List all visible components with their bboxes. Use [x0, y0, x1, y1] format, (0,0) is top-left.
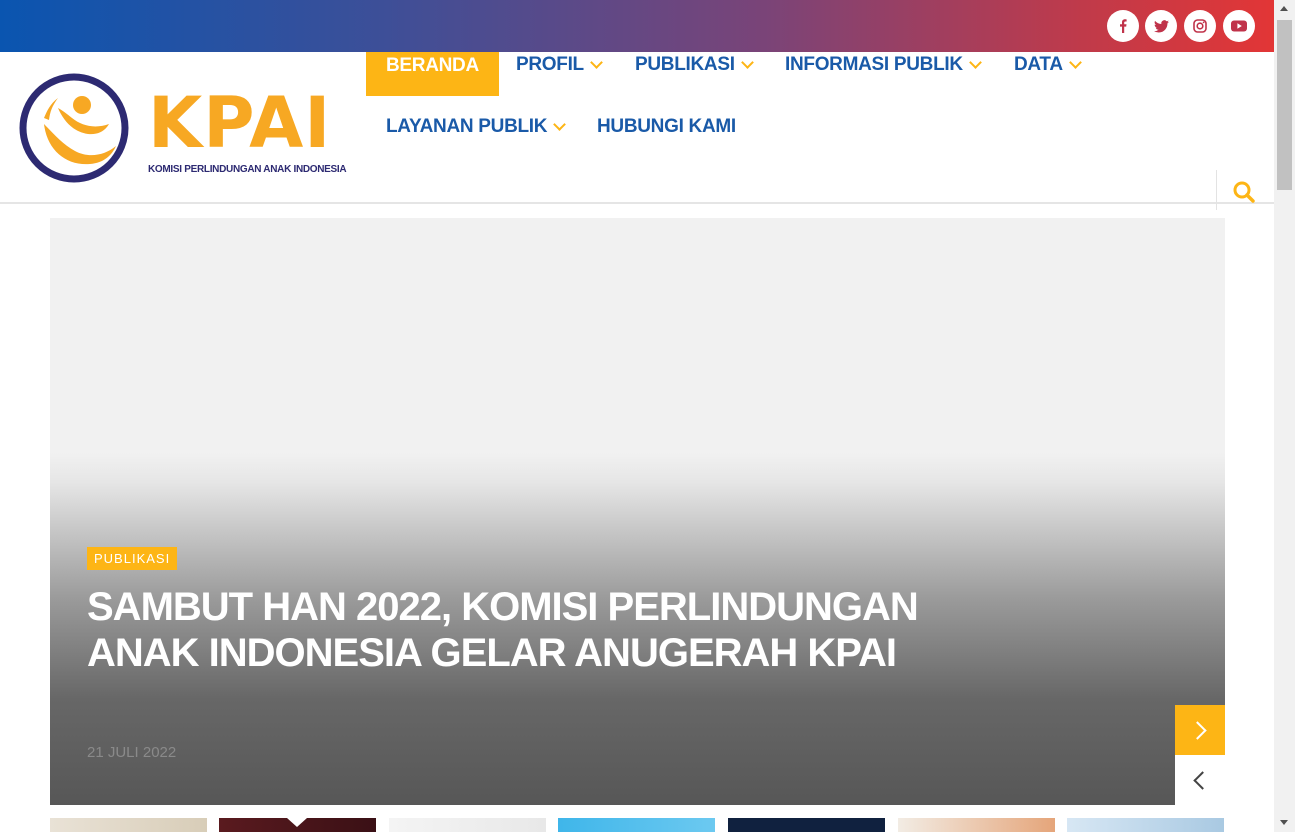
- divider: [1216, 170, 1217, 210]
- scroll-up-arrow-icon[interactable]: [1280, 6, 1288, 11]
- nav-label: DATA: [1014, 54, 1063, 75]
- thumbnail[interactable]: [558, 818, 715, 832]
- logo-subtitle: KOMISI PERLINDUNGAN ANAK INDONESIA: [148, 164, 347, 175]
- nav-label: INFORMASI PUBLIK: [785, 54, 963, 75]
- top-social-bar: [0, 0, 1274, 52]
- search-button[interactable]: [1232, 180, 1258, 206]
- thumbnail[interactable]: [219, 818, 376, 832]
- chevron-down-icon: [740, 56, 754, 69]
- slider-next-button[interactable]: [1175, 705, 1225, 755]
- nav-label: PROFIL: [516, 54, 584, 75]
- nav-data[interactable]: DATA: [1014, 54, 1082, 76]
- scrollbar-thumb[interactable]: [1277, 20, 1292, 190]
- nav-beranda[interactable]: BERANDA: [366, 52, 499, 96]
- chevron-right-icon: [1188, 720, 1207, 740]
- kpai-emblem-icon: [19, 73, 129, 183]
- facebook-icon[interactable]: [1107, 10, 1139, 42]
- nav-label: LAYANAN PUBLIK: [386, 116, 548, 137]
- youtube-icon[interactable]: [1223, 10, 1255, 42]
- nav-label: HUBUNGI KAMI: [597, 116, 736, 137]
- instagram-icon[interactable]: [1184, 10, 1216, 42]
- kpai-logo[interactable]: KPAI KOMISI PERLINDUNGAN ANAK INDONESIA: [18, 72, 347, 187]
- page-scrollbar[interactable]: [1274, 0, 1295, 832]
- logo-text: KPAI: [148, 82, 332, 164]
- nav-label: BERANDA: [386, 55, 479, 76]
- nav-informasi-publik[interactable]: INFORMASI PUBLIK: [785, 54, 982, 76]
- nav-hubungi-kami[interactable]: HUBUNGI KAMI: [597, 116, 736, 138]
- chevron-left-icon: [1193, 770, 1212, 790]
- site-header: KPAI KOMISI PERLINDUNGAN ANAK INDONESIA …: [0, 52, 1274, 210]
- nav-label: PUBLIKASI: [635, 54, 735, 75]
- scroll-down-arrow-icon[interactable]: [1280, 820, 1288, 825]
- thumbnail[interactable]: [728, 818, 885, 832]
- thumbnail[interactable]: [898, 818, 1055, 832]
- nav-publikasi[interactable]: PUBLIKASI: [635, 54, 754, 76]
- chevron-down-icon: [968, 56, 982, 69]
- chevron-down-icon: [1068, 56, 1082, 69]
- chevron-down-icon: [553, 118, 567, 131]
- category-badge[interactable]: PUBLIKASI: [87, 547, 178, 570]
- thumbnail[interactable]: [1067, 818, 1224, 832]
- featured-slider[interactable]: PUBLIKASI SAMBUT HAN 2022, KOMISI PERLIN…: [50, 218, 1225, 805]
- active-indicator: [287, 818, 307, 827]
- slide-date: 21 JULI 2022: [87, 744, 177, 761]
- nav-layanan-publik[interactable]: LAYANAN PUBLIK: [386, 116, 567, 138]
- thumbnail[interactable]: [389, 818, 546, 832]
- slide-headline[interactable]: SAMBUT HAN 2022, KOMISI PERLINDUNGAN ANA…: [87, 584, 967, 676]
- slider-prev-button[interactable]: [1175, 755, 1225, 805]
- thumbnail[interactable]: [50, 818, 207, 832]
- slider-thumbnails: [50, 818, 1225, 832]
- search-icon: [1233, 181, 1255, 203]
- chevron-down-icon: [590, 56, 603, 69]
- nav-profil[interactable]: PROFIL: [516, 54, 603, 76]
- twitter-icon[interactable]: [1145, 10, 1177, 42]
